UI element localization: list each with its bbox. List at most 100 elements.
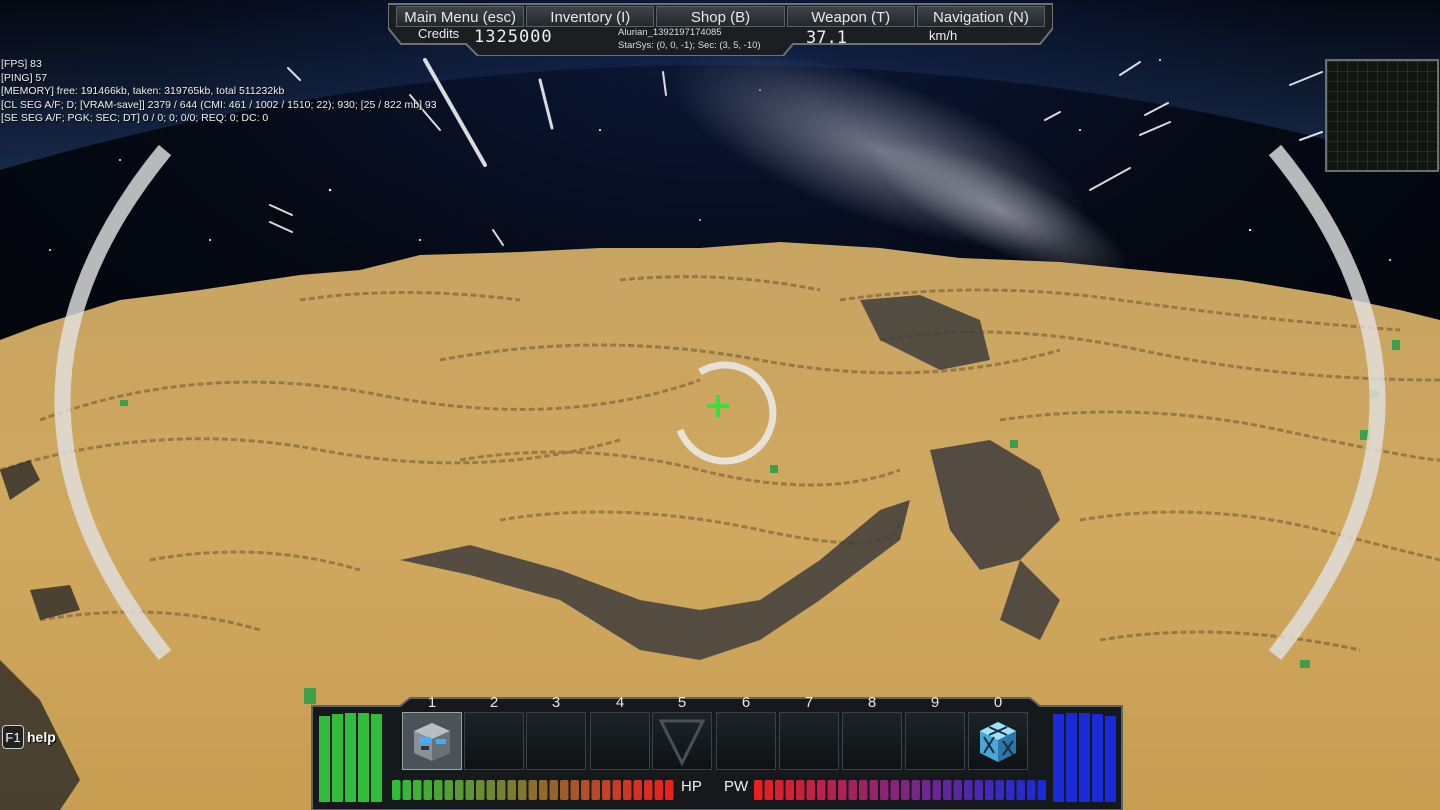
bar-segment [623, 780, 632, 800]
slot-number: 5 [677, 694, 687, 711]
bar-segment [581, 780, 590, 800]
hotbar-slot-2[interactable] [464, 712, 524, 770]
pw-label: PW [724, 778, 749, 795]
bar-segment [633, 780, 642, 800]
bar-segment [654, 780, 663, 800]
hotbar-slot-8[interactable] [842, 712, 902, 770]
slot-number: 8 [867, 694, 877, 711]
triangle-marker-icon [658, 719, 706, 767]
bar-segment [423, 780, 432, 800]
bar-segment [911, 780, 920, 800]
hp-label: HP [681, 778, 702, 795]
sector-name: Alurian_1392197174085 [618, 27, 722, 38]
hotbar-slot-7[interactable] [779, 712, 839, 770]
bar-segment [602, 780, 611, 800]
slot-number: 7 [804, 694, 814, 711]
pw-bar [754, 780, 1046, 800]
bar-segment [549, 780, 558, 800]
bar-segment [665, 780, 674, 800]
radar-minimap[interactable] [1325, 59, 1439, 172]
bar-segment [518, 780, 527, 800]
shield-gauge [319, 712, 397, 802]
bar-segment [953, 780, 962, 800]
hotbar: 1 2 3 4 5 6 7 8 9 0 HP PW [310, 694, 1124, 810]
bar-segment [1016, 780, 1025, 800]
help-label: help [27, 729, 56, 745]
hotbar-slot-0[interactable] [968, 712, 1028, 770]
status-row: Credits 1325000 Alurian_1392197174085 St… [388, 26, 1053, 54]
bar-segment [570, 780, 579, 800]
slot-number: 4 [615, 694, 625, 711]
fps-readout: [FPS] 83 [1, 58, 42, 70]
memory-readout: [MEMORY] free: 191466kb, taken: 319765kb… [1, 85, 285, 97]
slot-number: 9 [930, 694, 940, 711]
bar-segment [932, 780, 941, 800]
hotbar-slot-1[interactable] [402, 712, 462, 770]
bar-segment [859, 780, 868, 800]
bar-segment [591, 780, 600, 800]
inventory-button[interactable]: Inventory (I) [526, 6, 655, 27]
cyan-crystal-block-icon [980, 722, 1016, 762]
speed-unit: km/h [929, 28, 958, 43]
credits-value: 1325000 [474, 27, 553, 47]
weapon-button[interactable]: Weapon (T) [786, 6, 915, 27]
bar-segment [644, 780, 653, 800]
bar-segment [612, 780, 621, 800]
bar-segment [995, 780, 1004, 800]
slot-number: 0 [993, 694, 1003, 711]
sector-coords: StarSys: (0, 0, -1); Sec: (3, 5, -10) [618, 40, 761, 51]
bar-segment [806, 780, 815, 800]
top-menu-bar: Main Menu (esc) Inventory (I) Shop (B) W… [388, 2, 1053, 56]
bar-segment [785, 780, 794, 800]
bar-segment [943, 780, 952, 800]
bar-segment [486, 780, 495, 800]
blue-ship-block-icon [414, 723, 450, 761]
power-reserve-gauge [1046, 712, 1116, 802]
debug-overlay: [FPS] 83 [PING] 57 [MEMORY] free: 191466… [1, 58, 471, 126]
hotbar-slot-6[interactable] [716, 712, 776, 770]
bar-segment [539, 780, 548, 800]
bar-segment [497, 780, 506, 800]
hp-bar [392, 780, 674, 800]
bar-segment [890, 780, 899, 800]
bar-segment [796, 780, 805, 800]
bar-segment [754, 780, 763, 800]
slot-number: 3 [551, 694, 561, 711]
bar-segment [392, 780, 401, 800]
hotbar-slot-4[interactable] [590, 712, 650, 770]
ping-readout: [PING] 57 [1, 71, 48, 84]
hotbar-slot-9[interactable] [905, 712, 965, 770]
bar-segment [964, 780, 973, 800]
bar-segment [1027, 780, 1036, 800]
server-segment-readout: [SE SEG A/F; PGK; SEC; DT] 0 / 0; 0; 0/0… [1, 112, 269, 124]
bar-segment [922, 780, 931, 800]
bar-segment [465, 780, 474, 800]
bar-segment [1006, 780, 1015, 800]
bar-segment [413, 780, 422, 800]
bar-segment [985, 780, 994, 800]
client-segment-readout: [CL SEG A/F; D; [VRAM-save]] 2379 / 644 … [1, 98, 437, 111]
bar-segment [817, 780, 826, 800]
bar-segment [775, 780, 784, 800]
credits-label: Credits [418, 26, 460, 41]
hotbar-slot-3[interactable] [526, 712, 586, 770]
bar-segment [974, 780, 983, 800]
shop-button[interactable]: Shop (B) [656, 6, 785, 27]
bar-segment [848, 780, 857, 800]
bar-segment [455, 780, 464, 800]
navigation-button[interactable]: Navigation (N) [916, 6, 1046, 27]
bar-segment [476, 780, 485, 800]
speed-value: 37.1 [806, 28, 847, 48]
bar-segment [434, 780, 443, 800]
slot-number: 2 [489, 694, 499, 711]
main-menu-button[interactable]: Main Menu (esc) [396, 6, 525, 27]
bar-segment [764, 780, 773, 800]
bar-segment [838, 780, 847, 800]
slot-number: 6 [741, 694, 751, 711]
slot-number: 1 [427, 694, 437, 711]
bar-segment [402, 780, 411, 800]
bar-segment [507, 780, 516, 800]
hotbar-slot-5[interactable] [652, 712, 712, 770]
help-hint[interactable]: F1 help [2, 724, 56, 750]
bar-segment [869, 780, 878, 800]
